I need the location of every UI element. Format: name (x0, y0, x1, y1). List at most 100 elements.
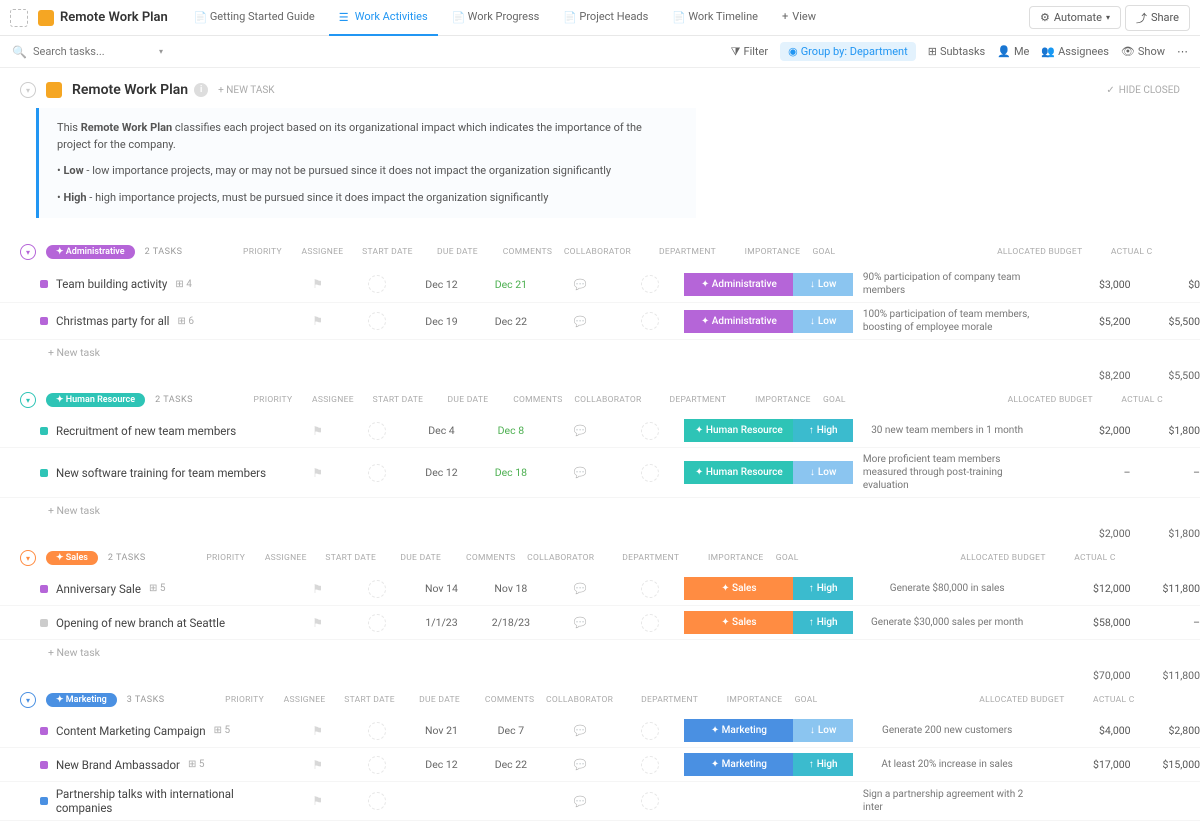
flag-icon[interactable]: ⚑ (312, 794, 323, 808)
importance-pill[interactable]: ↑High (793, 753, 852, 776)
start-date[interactable]: Dec 12 (407, 278, 476, 291)
task-row[interactable]: Partnership talks with international com… (0, 782, 1200, 821)
comment-icon[interactable]: 💬 (574, 758, 587, 771)
comment-icon[interactable]: 💬 (574, 724, 587, 737)
tab-getting-started[interactable]: 📄Getting Started Guide (184, 0, 325, 36)
app-logo[interactable] (10, 9, 28, 27)
flag-icon[interactable]: ⚑ (312, 758, 323, 772)
chevron-down-icon[interactable]: ▾ (159, 47, 163, 56)
comment-icon[interactable]: 💬 (574, 315, 587, 328)
assignee-icon[interactable] (368, 792, 386, 810)
assignee-icon[interactable] (368, 422, 386, 440)
task-row[interactable]: Recruitment of new team members ⚑ Dec 4 … (0, 414, 1200, 448)
department-pill[interactable]: ✦ Administrative (684, 310, 793, 333)
task-row[interactable]: Content Marketing Campaign ⊞ 5 ⚑ Nov 21 … (0, 714, 1200, 748)
space-title[interactable]: Remote Work Plan (38, 10, 168, 26)
collaborator-icon[interactable] (641, 275, 659, 293)
subtask-count[interactable]: ⊞ 5 (149, 583, 165, 594)
group-pill[interactable]: ✦ Sales (46, 551, 98, 565)
add-view-button[interactable]: +View (772, 0, 826, 36)
collaborator-icon[interactable] (641, 580, 659, 598)
comment-icon[interactable]: 💬 (574, 278, 587, 291)
tab-project-heads[interactable]: 📄Project Heads (553, 0, 658, 36)
new-task-button[interactable]: + New task (0, 640, 1200, 665)
due-date[interactable]: 2/18/23 (476, 616, 545, 629)
filter-button[interactable]: ⧩Filter (731, 45, 768, 59)
department-pill[interactable]: ✦ Sales (684, 611, 793, 634)
task-row[interactable]: Opening of new branch at Seattle ⚑ 1/1/2… (0, 606, 1200, 640)
due-date[interactable]: Nov 18 (476, 582, 545, 595)
flag-icon[interactable]: ⚑ (312, 277, 323, 291)
department-pill[interactable]: ✦ Sales (684, 577, 793, 600)
group-collapse-button[interactable]: ▾ (20, 392, 36, 408)
assignee-icon[interactable] (368, 756, 386, 774)
group-by-button[interactable]: ◉Group by: Department (780, 42, 916, 61)
importance-pill[interactable]: ↓Low (793, 273, 852, 296)
comment-icon[interactable]: 💬 (574, 795, 587, 808)
more-button[interactable]: ⋯ (1177, 45, 1188, 58)
flag-icon[interactable]: ⚑ (312, 314, 323, 328)
importance-pill[interactable]: ↑High (793, 419, 852, 442)
tab-work-timeline[interactable]: 📄Work Timeline (662, 0, 768, 36)
importance-pill[interactable]: ↓Low (793, 461, 852, 484)
task-row[interactable]: New software training for team members ⚑… (0, 448, 1200, 498)
start-date[interactable]: Dec 12 (407, 758, 476, 771)
due-date[interactable]: Dec 22 (476, 758, 545, 771)
department-pill[interactable]: ✦ Human Resource (684, 419, 793, 442)
start-date[interactable]: Dec 19 (407, 315, 476, 328)
department-pill[interactable]: ✦ Marketing (684, 753, 793, 776)
collapse-all-button[interactable]: ▾ (20, 82, 36, 98)
assignee-icon[interactable] (368, 275, 386, 293)
due-date[interactable]: Dec 21 (476, 278, 545, 291)
collaborator-icon[interactable] (641, 422, 659, 440)
subtask-count[interactable]: ⊞ 5 (214, 725, 230, 736)
group-pill[interactable]: ✦ Human Resource (46, 393, 145, 407)
subtasks-button[interactable]: ⊞Subtasks (928, 45, 986, 58)
department-pill[interactable]: ✦ Administrative (684, 273, 793, 296)
due-date[interactable]: Dec 8 (476, 424, 545, 437)
department-pill[interactable]: ✦ Human Resource (684, 461, 793, 484)
tab-work-activities[interactable]: ☰Work Activities (329, 0, 438, 36)
collaborator-icon[interactable] (641, 792, 659, 810)
due-date[interactable]: Dec 7 (476, 724, 545, 737)
assignee-icon[interactable] (368, 312, 386, 330)
collaborator-icon[interactable] (641, 464, 659, 482)
start-date[interactable]: Dec 12 (407, 466, 476, 479)
importance-pill[interactable]: ↑High (793, 611, 852, 634)
importance-pill[interactable]: ↓Low (793, 310, 852, 333)
flag-icon[interactable]: ⚑ (312, 616, 323, 630)
assignee-icon[interactable] (368, 722, 386, 740)
tab-work-progress[interactable]: 📄Work Progress (442, 0, 550, 36)
comment-icon[interactable]: 💬 (574, 466, 587, 479)
assignee-icon[interactable] (368, 464, 386, 482)
department-pill[interactable]: ✦ Marketing (684, 719, 793, 742)
task-row[interactable]: New Brand Ambassador ⊞ 5 ⚑ Dec 12 Dec 22… (0, 748, 1200, 782)
start-date[interactable]: 1/1/23 (407, 616, 476, 629)
group-pill[interactable]: ✦ Marketing (46, 693, 117, 707)
flag-icon[interactable]: ⚑ (312, 466, 323, 480)
task-row[interactable]: Anniversary Sale ⊞ 5 ⚑ Nov 14 Nov 18 💬 ✦… (0, 572, 1200, 606)
collaborator-icon[interactable] (641, 312, 659, 330)
assignees-button[interactable]: 👥Assignees (1041, 45, 1109, 58)
group-collapse-button[interactable]: ▾ (20, 244, 36, 260)
start-date[interactable]: Nov 14 (407, 582, 476, 595)
automate-button[interactable]: ⚙Automate▾ (1029, 6, 1121, 29)
subtask-count[interactable]: ⊞ 4 (175, 279, 191, 290)
subtask-count[interactable]: ⊞ 5 (188, 759, 204, 770)
importance-pill[interactable]: ↑High (793, 577, 852, 600)
assignee-icon[interactable] (368, 614, 386, 632)
new-task-header-button[interactable]: + NEW TASK (218, 85, 274, 96)
comment-icon[interactable]: 💬 (574, 616, 587, 629)
info-icon[interactable]: i (194, 83, 208, 97)
hide-closed-button[interactable]: ✓HIDE CLOSED (1106, 85, 1180, 96)
due-date[interactable]: Dec 22 (476, 315, 545, 328)
task-row[interactable]: Team building activity ⊞ 4 ⚑ Dec 12 Dec … (0, 266, 1200, 303)
search-input[interactable] (33, 45, 153, 58)
importance-pill[interactable]: ↓Low (793, 719, 852, 742)
comment-icon[interactable]: 💬 (574, 582, 587, 595)
comment-icon[interactable]: 💬 (574, 424, 587, 437)
start-date[interactable]: Nov 21 (407, 724, 476, 737)
group-pill[interactable]: ✦ Administrative (46, 245, 135, 259)
collaborator-icon[interactable] (641, 756, 659, 774)
flag-icon[interactable]: ⚑ (312, 424, 323, 438)
